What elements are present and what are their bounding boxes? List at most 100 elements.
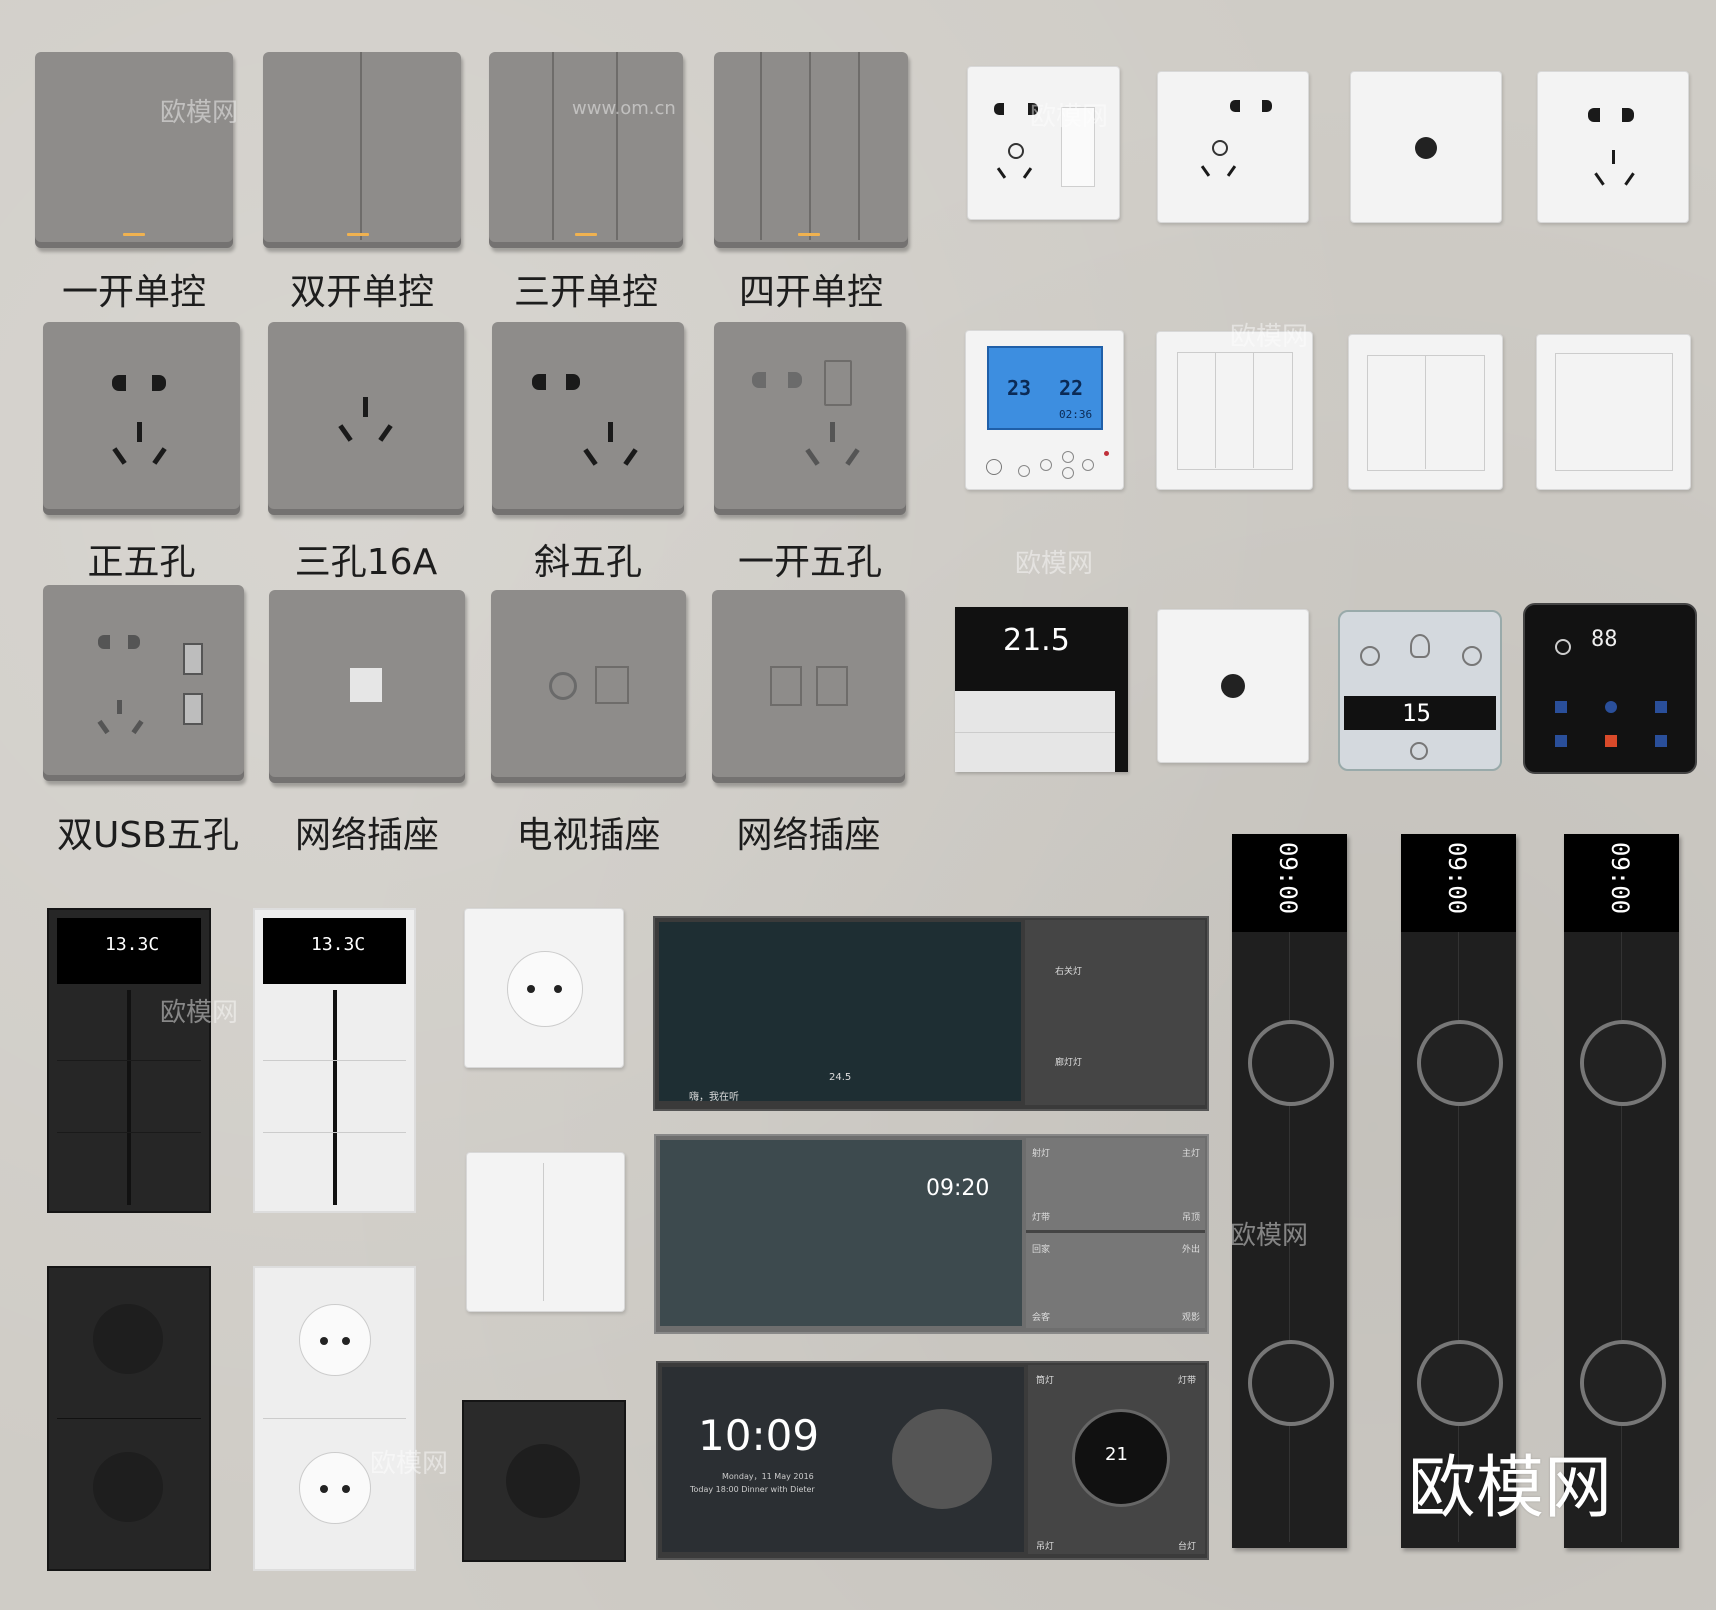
scene-button-1[interactable]: 右关灯: [1025, 920, 1120, 1016]
usb-port-2[interactable]: [183, 693, 203, 725]
switch-socket-5hole[interactable]: [714, 322, 906, 515]
dimmer-knob[interactable]: [1221, 674, 1245, 698]
socket-tv[interactable]: [491, 590, 686, 783]
bulb-icon[interactable]: [1410, 634, 1430, 658]
fan-icon[interactable]: [1360, 646, 1380, 666]
dial-temp: 21: [1105, 1444, 1128, 1465]
scene-label: 灯带: [1032, 1213, 1051, 1223]
settings-icon[interactable]: [1655, 735, 1667, 747]
scene-button-4[interactable]: [1119, 1015, 1205, 1105]
white-socket-switch[interactable]: [967, 66, 1120, 220]
track-socket-1[interactable]: 09:00: [1232, 834, 1347, 1548]
rocker[interactable]: [824, 360, 852, 406]
button-row-1[interactable]: [955, 692, 1115, 733]
screen-display[interactable]: 10:09 Monday，11 May 2016 Today 18:00 Din…: [662, 1367, 1024, 1552]
power-icon[interactable]: [1410, 742, 1428, 760]
schuko-dual-dark[interactable]: [47, 1266, 211, 1571]
socket-dual-usb[interactable]: [43, 585, 244, 781]
track-adapter[interactable]: [1580, 1020, 1666, 1106]
scene-label: 主灯: [1182, 1149, 1201, 1159]
cycle-icon[interactable]: [1462, 646, 1482, 666]
schuko-dark[interactable]: [462, 1400, 626, 1562]
voice-status: 嗨，我在听: [689, 1092, 739, 1103]
mode-button[interactable]: [1018, 465, 1030, 477]
switch-4gang[interactable]: [714, 52, 908, 248]
switch-3gang[interactable]: [489, 52, 683, 248]
track-adapter[interactable]: [1417, 1020, 1503, 1106]
smart-screen-3[interactable]: 10:09 Monday，11 May 2016 Today 18:00 Din…: [656, 1361, 1209, 1560]
rj45-port[interactable]: [770, 666, 802, 706]
mode-icon[interactable]: [1555, 701, 1567, 713]
snow-icon[interactable]: [1555, 735, 1567, 747]
strip-display: 09:00: [1401, 834, 1516, 932]
white-switch-1gang[interactable]: [1536, 334, 1691, 490]
up-button[interactable]: [1062, 451, 1074, 463]
coax-port[interactable]: [1415, 137, 1437, 159]
track-adapter[interactable]: [1417, 1340, 1503, 1426]
white-tv-socket[interactable]: [1350, 71, 1502, 223]
screen-display[interactable]: 24.5 嗨，我在听: [659, 922, 1021, 1103]
scene-grid[interactable]: 射灯 主灯 灯带 吊顶 回家 外出 会客 观影: [1026, 1138, 1205, 1328]
track-adapter[interactable]: [1248, 1340, 1334, 1426]
scene-button-3[interactable]: 廊灯灯: [1025, 1015, 1120, 1105]
button-row-2[interactable]: [955, 733, 1115, 772]
watermark: 欧模网: [1015, 549, 1094, 579]
white-socket-5hole[interactable]: [1157, 71, 1309, 223]
track-adapter[interactable]: [1248, 1020, 1334, 1106]
fan-icon[interactable]: [1655, 701, 1667, 713]
white-dimmer[interactable]: [1157, 609, 1309, 763]
label-network-2: 网络插座: [736, 815, 881, 856]
knx-readout: 13.3C: [105, 934, 160, 955]
rj45-port[interactable]: [816, 666, 848, 706]
white-switch-2gang[interactable]: [1348, 334, 1503, 490]
socket-5hole[interactable]: [43, 322, 240, 515]
scene-label-3: 廊灯灯: [1055, 1058, 1083, 1068]
coax-port[interactable]: [549, 672, 577, 700]
switch-2gang[interactable]: [263, 52, 461, 248]
lcd-temp-1: 23: [1007, 376, 1032, 400]
location-icon[interactable]: [1605, 701, 1617, 713]
usb-port-1[interactable]: [183, 643, 203, 675]
scene-label: 灯带: [1178, 1376, 1197, 1386]
power-icon[interactable]: [1555, 639, 1571, 655]
display: 21.5: [955, 607, 1115, 691]
socket-network[interactable]: [269, 590, 465, 783]
scene-grid[interactable]: 筒灯 灯带 吊灯 台灯 21: [1028, 1365, 1205, 1554]
rj45-port[interactable]: [350, 668, 382, 702]
schuko-dual-white[interactable]: [253, 1266, 416, 1571]
media-player[interactable]: [892, 1409, 992, 1509]
switch-1gang[interactable]: [35, 52, 233, 248]
track-adapter[interactable]: [1580, 1340, 1666, 1426]
knx-readout: 13.3C: [311, 934, 366, 955]
label-slant-5hole: 斜五孔: [533, 542, 642, 583]
down-button[interactable]: [1062, 467, 1074, 479]
ac-display: 15: [1344, 696, 1496, 730]
white-socket-slant[interactable]: [1537, 71, 1689, 223]
socket-slant-5hole[interactable]: [492, 322, 684, 515]
black-touch-panel[interactable]: 88: [1523, 603, 1697, 774]
thermostat-dial[interactable]: 21: [1072, 1409, 1170, 1507]
timer-button[interactable]: [1082, 459, 1094, 471]
display-temp: 21.5: [1003, 623, 1070, 658]
socket-3hole-16a[interactable]: [268, 322, 464, 515]
socket-network-dual[interactable]: [712, 590, 905, 783]
fan-button[interactable]: [1040, 459, 1052, 471]
brand-logo: 欧模网: [1408, 1449, 1613, 1528]
schuko-white[interactable]: [464, 908, 624, 1068]
play-icon[interactable]: [1605, 735, 1617, 747]
data-port[interactable]: [595, 666, 629, 704]
rocker[interactable]: [1061, 107, 1095, 187]
smart-screen-2[interactable]: 09:20 射灯 主灯 灯带 吊顶 回家 外出 会客 观影: [654, 1134, 1209, 1334]
knx-panel-dark[interactable]: 13.3C: [47, 908, 211, 1213]
thermostat-lcd[interactable]: 23 22 02:36: [965, 330, 1124, 490]
ac-control-panel[interactable]: 15: [1338, 610, 1502, 771]
white-switch-2gang-small[interactable]: [466, 1152, 625, 1312]
smart-screen-1[interactable]: 24.5 嗨，我在听 右关灯 廊灯灯: [653, 916, 1209, 1111]
knx-panel-white[interactable]: 13.3C: [253, 908, 416, 1213]
scene-label: 射灯: [1032, 1149, 1051, 1159]
power-button[interactable]: [986, 459, 1002, 475]
screen-display[interactable]: 09:20: [660, 1140, 1022, 1326]
scene-button-2[interactable]: [1119, 920, 1205, 1016]
white-switch-3gang[interactable]: [1156, 331, 1313, 490]
thermostat-digital[interactable]: 21.5: [955, 607, 1128, 772]
